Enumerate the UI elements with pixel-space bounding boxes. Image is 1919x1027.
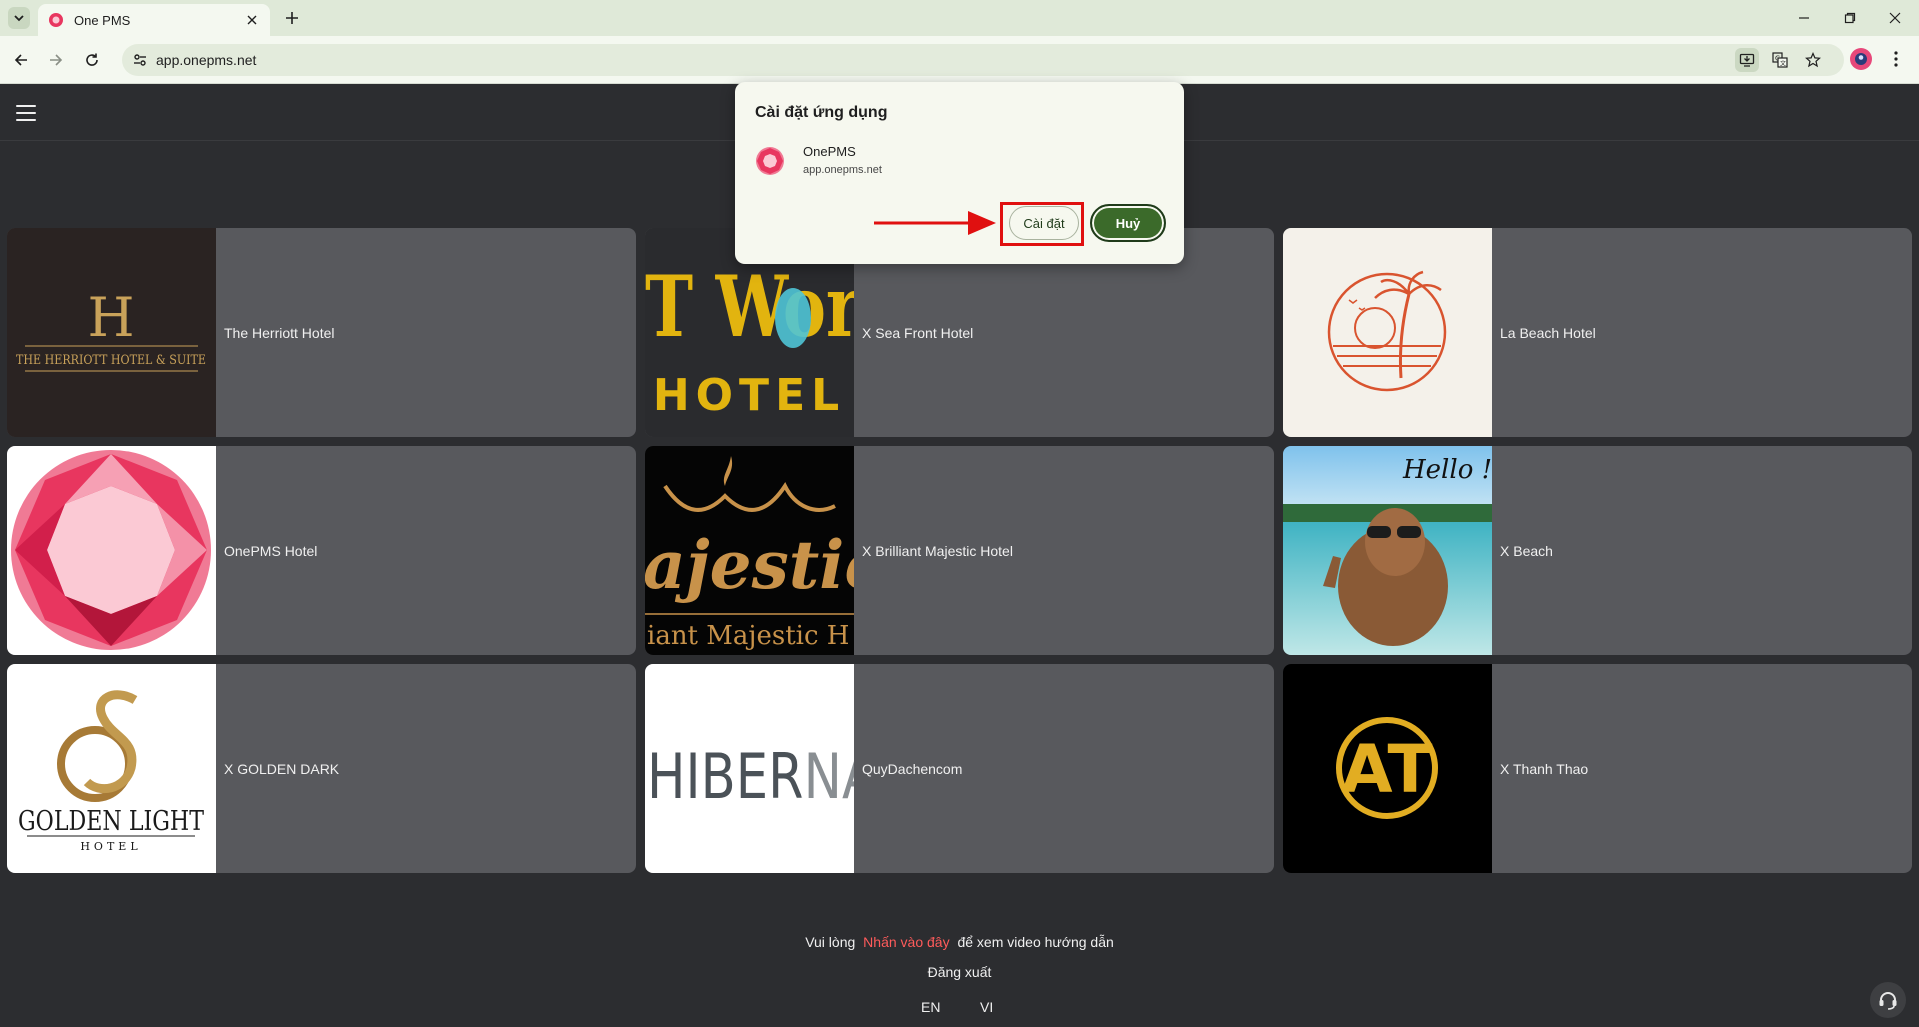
tutorial-prefix: Vui lòng — [805, 934, 856, 950]
translate-icon[interactable]: G文 — [1768, 48, 1792, 72]
close-icon — [1889, 12, 1901, 24]
hamburger-menu-icon[interactable] — [14, 102, 38, 124]
arrow-right-icon — [50, 54, 63, 66]
tutorial-link[interactable]: Nhấn vào đây — [863, 934, 949, 950]
hotel-card[interactable]: ajestic iant Majestic H X Brilliant Maje… — [645, 446, 1274, 655]
hotel-name: X Beach — [1500, 542, 1553, 559]
at-monogram-logo: AT — [1283, 664, 1492, 873]
more-vertical-icon — [1894, 51, 1898, 67]
hotel-name: QuyDachencom — [862, 760, 963, 777]
highlight-box — [1000, 202, 1084, 246]
tworld-sub: HOTEL — [653, 370, 845, 421]
hotel-card[interactable]: Hello ! X Beach — [1283, 446, 1912, 655]
red-arrow-annotation — [874, 211, 996, 235]
logout-link-row: Đăng xuất — [0, 964, 1919, 980]
herriott-name: THE HERRIOTT HOTEL & SUITE — [16, 353, 206, 368]
avatar-icon — [1855, 53, 1867, 65]
plus-icon — [286, 12, 298, 24]
chevron-down-icon — [14, 15, 24, 22]
hotel-name: X GOLDEN DARK — [224, 760, 340, 777]
ruby-gem-logo — [7, 446, 216, 655]
majestic-sub: iant Majestic H — [647, 621, 849, 651]
browser-menu-button[interactable] — [1885, 48, 1907, 70]
reload-button[interactable] — [80, 48, 104, 72]
address-bar[interactable]: app.onepms.net G文 — [122, 44, 1844, 76]
install-app-icon[interactable] — [1735, 48, 1759, 72]
hotel-name: X Thanh Thao — [1500, 760, 1589, 777]
reload-icon — [86, 53, 98, 66]
hotel-grid: H THE HERRIOTT HOTEL & SUITE The Herriot… — [7, 228, 1912, 873]
cancel-button[interactable]: Huỷ — [1090, 204, 1166, 242]
support-chat-button[interactable] — [1870, 982, 1906, 1018]
dialog-app-url: app.onepms.net — [803, 164, 882, 176]
hotel-name: La Beach Hotel — [1500, 324, 1596, 341]
capybara-hello-photo: Hello ! — [1283, 446, 1492, 655]
new-tab-button[interactable] — [282, 8, 302, 28]
golden-name: GOLDEN LIGHT — [18, 806, 204, 837]
lang-vi-button[interactable]: VI — [980, 999, 993, 1015]
dialog-app-name: OnePMS — [803, 144, 856, 159]
close-window-button[interactable] — [1885, 8, 1905, 28]
majestic-crown-logo: ajestic iant Majestic H — [645, 446, 854, 655]
logout-link[interactable]: Đăng xuất — [928, 964, 992, 980]
at-text: AT — [1342, 731, 1433, 808]
headset-icon — [1879, 992, 1897, 1010]
hiberna-logo: HIBERNA — [645, 664, 854, 873]
hotel-card[interactable]: OnePMS Hotel — [7, 446, 636, 655]
hotel-card[interactable]: AT X Thanh Thao — [1283, 664, 1912, 873]
back-button[interactable] — [9, 48, 33, 72]
minimize-icon — [1799, 17, 1809, 19]
ruby-favicon-icon — [49, 13, 63, 27]
hotel-name: OnePMS Hotel — [224, 542, 318, 559]
browser-toolbar: app.onepms.net G文 — [0, 36, 1919, 84]
herriott-logo: H THE HERRIOTT HOTEL & SUITE — [7, 228, 216, 437]
browser-tab-bar: One PMS — [0, 0, 1919, 36]
browser-tab[interactable]: One PMS — [38, 4, 270, 36]
dialog-title: Cài đặt ứng dụng — [755, 104, 888, 121]
tab-close-icon[interactable] — [244, 12, 260, 28]
profile-avatar[interactable] — [1850, 48, 1872, 70]
arrow-left-icon — [14, 54, 27, 66]
tutorial-line: Vui lòng Nhấn vào đây để xem video hướng… — [0, 934, 1919, 950]
hotel-card[interactable]: H THE HERRIOTT HOTEL & SUITE The Herriot… — [7, 228, 636, 437]
restore-icon — [1844, 12, 1856, 24]
herriott-letter: H — [87, 286, 134, 349]
bookmark-star-icon[interactable] — [1801, 48, 1825, 72]
tab-title: One PMS — [74, 12, 131, 28]
site-info-icon[interactable] — [128, 48, 152, 72]
tworld-text: T Wor — [645, 257, 854, 356]
golden-light-logo: GOLDEN LIGHT HOTEL — [7, 664, 216, 873]
majestic-text: ajestic — [645, 526, 854, 604]
restore-button[interactable] — [1840, 8, 1860, 28]
ruby-app-icon — [756, 147, 784, 175]
hello-text: Hello ! — [1402, 455, 1492, 485]
hotel-card[interactable]: La Beach Hotel — [1283, 228, 1912, 437]
hotel-card[interactable]: GOLDEN LIGHT HOTEL X GOLDEN DARK — [7, 664, 636, 873]
hotel-name: X Sea Front Hotel — [862, 324, 974, 341]
url-text[interactable]: app.onepms.net — [156, 52, 256, 68]
palm-beach-logo — [1283, 228, 1492, 437]
golden-sub: HOTEL — [80, 840, 141, 853]
forward-button[interactable] — [44, 48, 68, 72]
tab-search-button[interactable] — [8, 7, 30, 29]
lang-en-button[interactable]: EN — [921, 999, 940, 1015]
hotel-name: The Herriott Hotel — [224, 324, 335, 341]
svg-text:文: 文 — [1780, 60, 1786, 68]
hotel-name: X Brilliant Majestic Hotel — [862, 542, 1013, 559]
hotel-card[interactable]: HIBERNA QuyDachencom — [645, 664, 1274, 873]
tutorial-suffix: để xem video hướng dẫn — [957, 934, 1114, 950]
minimize-button[interactable] — [1794, 8, 1814, 28]
